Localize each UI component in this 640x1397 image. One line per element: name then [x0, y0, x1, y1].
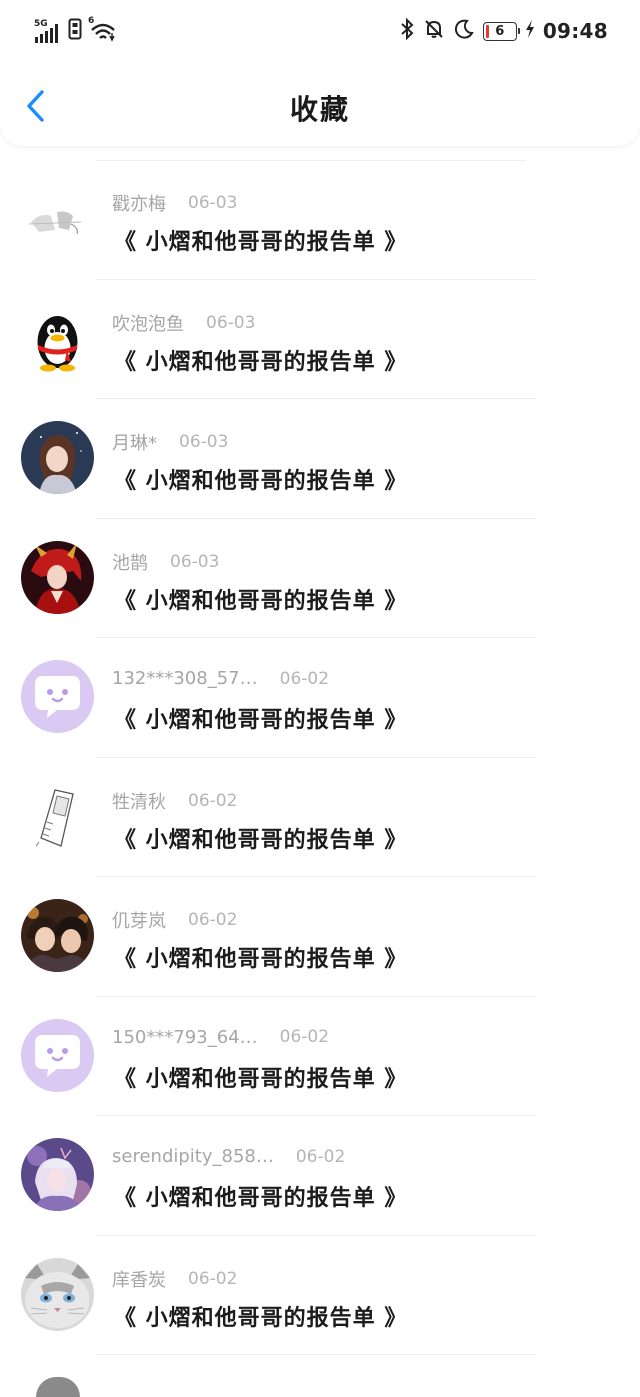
- wifi-icon: 6: [88, 16, 116, 44]
- status-left: 5G 6: [34, 16, 116, 44]
- item-date: 06-03: [170, 551, 220, 572]
- item-meta: serendipity_858… 06-02: [112, 1146, 345, 1167]
- status-right: 6 09:48: [399, 17, 608, 44]
- page-title: 收藏: [289, 93, 350, 126]
- qq-penguin-avatar: [21, 301, 94, 375]
- default-chat-avatar: [21, 660, 94, 733]
- purple-anime-avatar: [21, 1138, 94, 1211]
- user-name: 庠香炭: [112, 1269, 166, 1291]
- avatar: [36, 1377, 80, 1397]
- item-title: 《 小熠和他哥哥的报告单 》: [114, 827, 408, 853]
- item-meta: 戳亦梅 06-03: [112, 190, 237, 216]
- couple-anime-avatar: [21, 899, 94, 972]
- item-date: 06-02: [188, 790, 238, 811]
- item-date: 06-03: [179, 432, 229, 452]
- signal-icon: 5G: [34, 20, 60, 44]
- item-title: 《 小熠和他哥哥的报告单 》: [114, 230, 408, 255]
- item-date: 06-02: [279, 668, 330, 689]
- user-name: 吹泡泡鱼: [112, 313, 184, 335]
- item-title: 《 小熠和他哥哥的报告单 》: [114, 947, 408, 972]
- item-title: 《 小熠和他哥哥的报告单 》: [114, 1186, 408, 1211]
- user-name: 132***308_57…: [112, 668, 258, 689]
- nav-bar: 收藏: [0, 64, 640, 146]
- network-type: 5G: [34, 19, 48, 29]
- list-item[interactable]: 吹泡泡鱼 06-03 《 小熠和他哥哥的报告单 》: [0, 280, 640, 400]
- status-time: 09:48: [542, 19, 608, 43]
- wifi-badge: 6: [88, 16, 95, 26]
- item-meta: 池鹊 06-03: [112, 549, 219, 575]
- user-name: 仉芽岚: [112, 911, 166, 932]
- user-name: 牲清秋: [112, 791, 166, 813]
- item-title: 《 小熠和他哥哥的报告单 》: [114, 588, 408, 614]
- charging-icon: [525, 19, 535, 43]
- item-meta: 吹泡泡鱼 06-03: [112, 310, 255, 336]
- list-item[interactable]: 池鹊 06-03 《 小熠和他哥哥的报告单 》: [0, 519, 640, 639]
- item-meta: 月琳* 06-03: [112, 429, 228, 455]
- user-name: serendipity_858…: [112, 1146, 274, 1167]
- item-meta: 庠香炭 06-02: [112, 1266, 237, 1292]
- item-date: 06-02: [188, 1268, 238, 1289]
- list-item[interactable]: 牲清秋 06-02 《 小熠和他哥哥的报告单 》: [0, 758, 640, 878]
- favorites-list: 戳亦梅 06-03 《 小熠和他哥哥的报告单 》 吹泡泡鱼 06-03 《 小熠…: [0, 160, 640, 1355]
- list-item[interactable]: serendipity_858… 06-02 《 小熠和他哥哥的报告单 》: [0, 1116, 640, 1236]
- anime-girl-avatar: [21, 421, 94, 494]
- item-title: 《 小熠和他哥哥的报告单 》: [114, 1066, 408, 1092]
- item-date: 06-03: [188, 193, 238, 213]
- moon-icon: [453, 18, 475, 44]
- mute-icon: [423, 18, 445, 44]
- list-item[interactable]: 150***793_64… 06-02 《 小熠和他哥哥的报告单 》: [0, 997, 640, 1117]
- list-item[interactable]: 132***308_57… 06-02 《 小熠和他哥哥的报告单 》: [0, 638, 640, 758]
- cat-avatar: [21, 1257, 94, 1331]
- default-chat-avatar: [21, 1018, 94, 1092]
- item-meta: 牲清秋 06-02: [112, 788, 237, 814]
- sim-icon: [68, 18, 82, 44]
- user-name: 150***793_64…: [112, 1026, 258, 1048]
- battery-level: 6: [495, 23, 505, 39]
- item-title: 《 小熠和他哥哥的报告单 》: [114, 1305, 408, 1331]
- battery-icon: 6: [482, 21, 520, 41]
- user-name: 月琳*: [112, 433, 157, 454]
- item-meta: 132***308_57… 06-02: [112, 668, 329, 689]
- sketch-phone-avatar: [21, 779, 94, 853]
- item-title: 《 小熠和他哥哥的报告单 》: [114, 469, 408, 494]
- item-date: 06-03: [206, 312, 256, 333]
- item-title: 《 小熠和他哥哥的报告单 》: [114, 349, 408, 375]
- bluetooth-icon: [399, 17, 415, 44]
- item-meta: 仉芽岚 06-02: [112, 907, 237, 933]
- sketch-avatar: [21, 182, 94, 255]
- item-date: 06-02: [295, 1146, 346, 1167]
- red-anime-avatar: [21, 540, 94, 614]
- list-item[interactable]: 仉芽岚 06-02 《 小熠和他哥哥的报告单 》: [0, 877, 640, 997]
- list-item[interactable]: 戳亦梅 06-03 《 小熠和他哥哥的报告单 》: [0, 160, 640, 280]
- item-date: 06-02: [279, 1027, 330, 1047]
- user-name: 戳亦梅: [112, 194, 166, 215]
- list-item[interactable]: 庠香炭 06-02 《 小熠和他哥哥的报告单 》: [0, 1236, 640, 1356]
- item-meta: 150***793_64… 06-02: [112, 1027, 329, 1048]
- status-bar: 5G 6 6 09:48: [0, 0, 640, 64]
- item-date: 06-02: [188, 910, 238, 930]
- item-title: 《 小熠和他哥哥的报告单 》: [114, 708, 408, 733]
- user-name: 池鹊: [112, 552, 148, 574]
- list-item[interactable]: 月琳* 06-03 《 小熠和他哥哥的报告单 》: [0, 399, 640, 519]
